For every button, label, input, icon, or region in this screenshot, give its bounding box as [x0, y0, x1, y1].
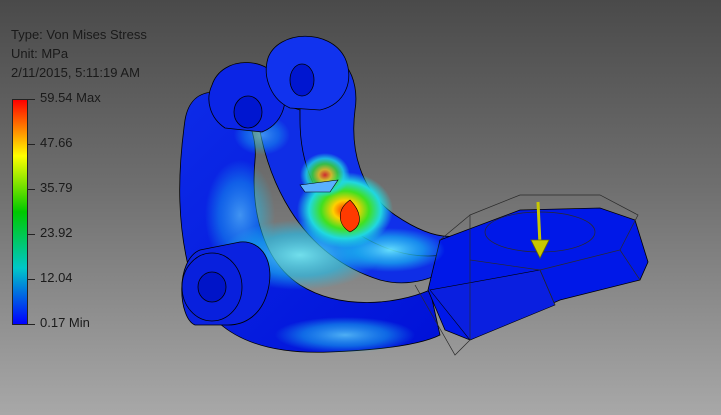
fea-viewport[interactable]: Type: Von Mises Stress Unit: MPa 2/11/20…: [0, 0, 721, 415]
stress-model-3d[interactable]: [0, 0, 721, 415]
lug-hole: [233, 95, 263, 129]
stress-region: [275, 317, 415, 353]
pivot-hole: [197, 271, 227, 303]
lug-hole: [289, 63, 315, 97]
